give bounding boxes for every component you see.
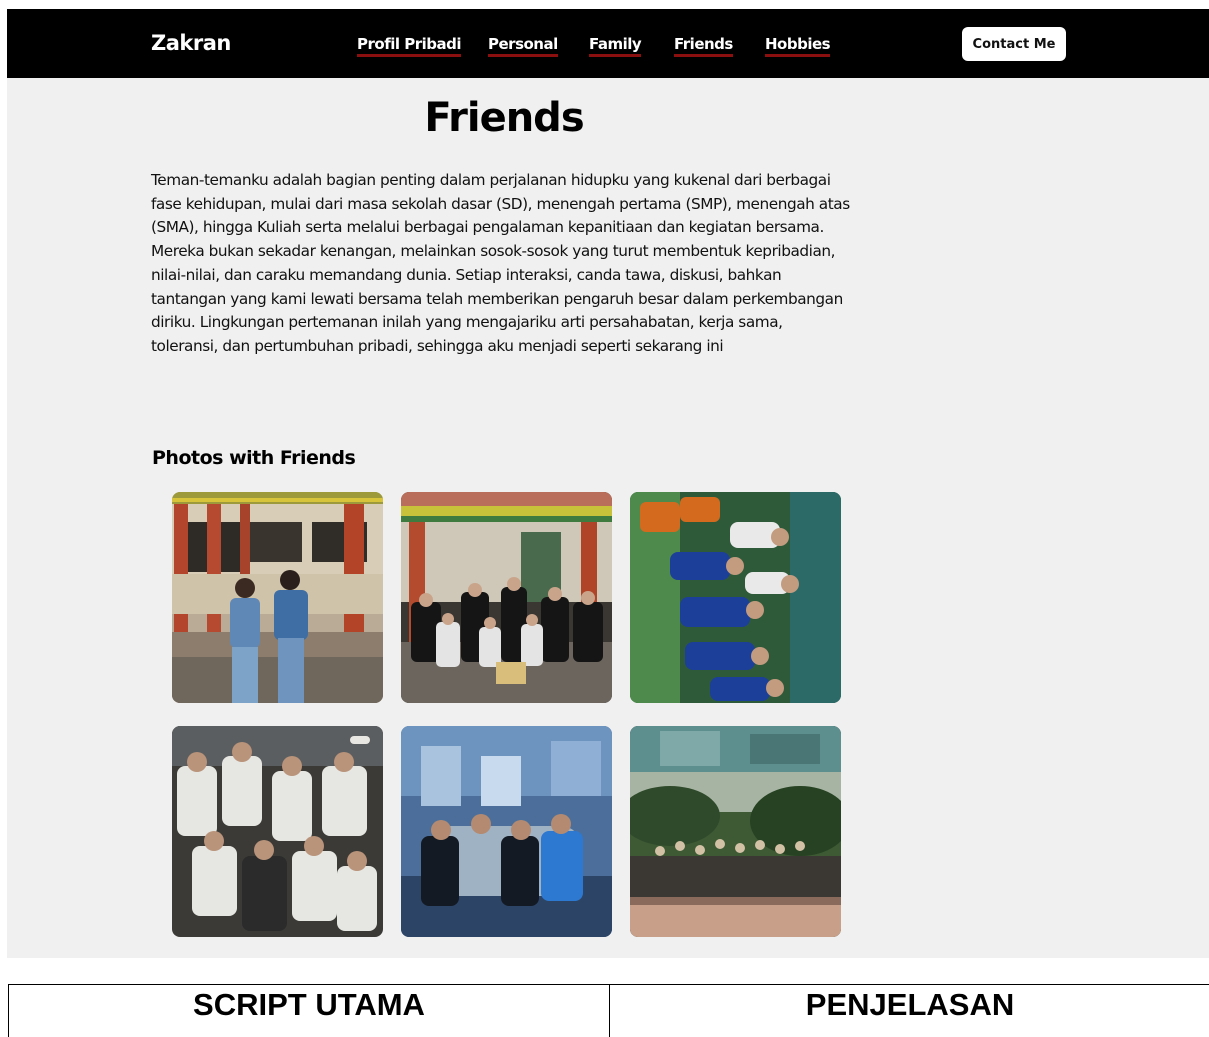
page-title: Friends	[424, 95, 584, 141]
brand-logo[interactable]: Zakran	[151, 31, 231, 55]
intro-paragraph: Teman-temanku adalah bagian penting dala…	[151, 171, 850, 355]
friends-photo-5-image	[401, 726, 612, 937]
friends-photo-4[interactable]	[172, 726, 383, 937]
friends-photo-1-image	[172, 492, 383, 703]
friends-photo-5[interactable]	[401, 726, 612, 937]
nav-link-friends[interactable]: Friends	[674, 35, 733, 57]
friends-photo-6[interactable]	[630, 726, 841, 937]
doc-table-header-explanation: PENJELASAN	[805, 987, 1015, 1022]
friends-photo-1[interactable]	[172, 492, 383, 703]
friends-photo-2[interactable]	[401, 492, 612, 703]
doc-table: SCRIPT UTAMA PENJELASAN	[8, 984, 1209, 1037]
doc-table-header-script: SCRIPT UTAMA	[9, 985, 610, 1037]
contact-me-button[interactable]: Contact Me	[962, 27, 1066, 61]
navbar: Zakran Profil Pribadi Personal Family Fr…	[7, 9, 1209, 78]
friends-photo-3-image	[630, 492, 841, 703]
friends-photo-2-image	[401, 492, 612, 703]
friends-photo-4-image	[172, 726, 383, 937]
nav-link-hobbies[interactable]: Hobbies	[765, 35, 831, 57]
friends-photo-6-image	[630, 726, 841, 937]
nav-link-personal[interactable]: Personal	[488, 35, 558, 57]
gallery-title: Photos with Friends	[152, 447, 356, 469]
nav-link-profil-pribadi[interactable]: Profil Pribadi	[357, 35, 462, 57]
photo-gallery	[172, 492, 842, 937]
friends-photo-3[interactable]	[630, 492, 841, 703]
nav-link-family[interactable]: Family	[589, 35, 642, 57]
page-frame: Zakran Profil Pribadi Personal Family Fr…	[7, 9, 1209, 958]
